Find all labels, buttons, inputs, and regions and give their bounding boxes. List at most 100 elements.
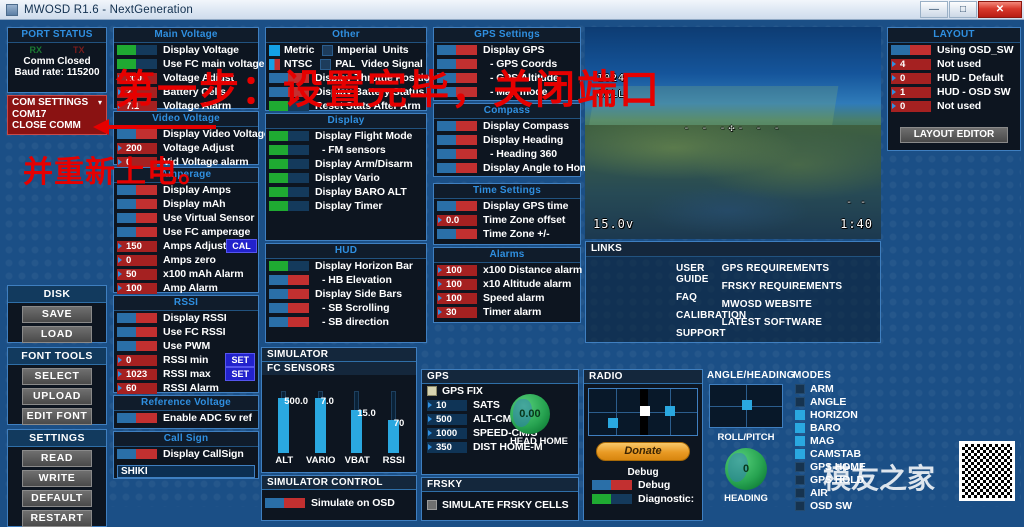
toggle-switch[interactable] [437,45,477,55]
option-row[interactable]: 2 Battery Cells [114,85,258,99]
maximize-button[interactable]: □ [949,1,977,18]
numeric-spinner[interactable]: 0 [117,354,157,366]
minimize-button[interactable]: — [920,1,948,18]
metric-radio[interactable] [269,44,280,56]
option-row[interactable]: Display Battery Status [266,85,426,99]
toggle-switch[interactable] [265,498,305,508]
toggle-switch[interactable] [269,131,309,141]
mode-row[interactable]: HORIZON [795,408,901,421]
load-button[interactable]: LOAD [22,326,92,343]
mode-checkbox[interactable] [795,435,805,446]
link-gps-requirements[interactable]: GPS REQUIREMENTS [722,263,880,274]
mode-checkbox[interactable] [795,422,805,433]
mode-checkbox[interactable] [795,448,805,459]
option-row[interactable]: Use FC amperage [114,225,258,239]
numeric-spinner[interactable]: 100 [437,278,477,290]
option-row[interactable]: Simulate on OSD [262,496,416,510]
option-row[interactable]: Display Timer [266,199,426,213]
mode-row[interactable]: OSD SW [795,499,901,512]
radio-stick-pad[interactable] [588,388,698,436]
mode-checkbox[interactable] [795,396,805,407]
toggle-switch[interactable] [269,289,309,299]
option-row[interactable]: Time Zone +/- [434,227,580,241]
cal-button[interactable]: CAL [226,239,257,253]
radio-knob-right[interactable] [664,406,675,417]
link-calibration[interactable]: CALIBRATION [676,310,746,321]
numeric-spinner[interactable]: 200 [117,72,157,84]
option-row[interactable]: Display Horizon Bar [266,259,426,273]
mode-checkbox[interactable] [795,383,805,394]
chevron-down-icon[interactable]: ▾ [98,98,102,107]
option-row[interactable]: 0 Not used [888,99,1020,113]
option-row[interactable]: 0.0 Time Zone offset [434,213,580,227]
toggle-switch[interactable] [437,59,477,69]
sensor-slider[interactable]: 70 RSSI [378,391,410,466]
layout-editor-button[interactable]: LAYOUT EDITOR [900,127,1008,143]
option-row[interactable]: Display Vario [266,171,426,185]
numeric-spinner[interactable]: 7.1 [117,100,157,112]
option-row[interactable]: Display Throttle Position [266,71,436,85]
option-row[interactable]: 1 HUD - OSD SW [888,85,1020,99]
toggle-switch[interactable] [269,187,309,197]
numeric-spinner[interactable]: 1023 [117,368,157,380]
option-row[interactable]: - Map mode [434,85,580,99]
toggle-switch[interactable] [117,45,157,55]
mode-checkbox[interactable] [795,474,805,485]
read-button[interactable]: READ [22,450,92,467]
numeric-spinner[interactable]: 2 [117,86,157,98]
option-row[interactable]: Display Amps [114,183,258,197]
save-button[interactable]: SAVE [22,306,92,323]
close-button[interactable]: ✕ [978,1,1022,18]
mode-row[interactable]: ANGLE [795,395,901,408]
numeric-spinner[interactable]: 4 [891,58,931,70]
debug-row[interactable]: Debug [584,478,702,492]
default-button[interactable]: DEFAULT [22,490,92,507]
option-row[interactable]: 4 Not used [888,57,1020,71]
option-row[interactable]: Reset Stats After Arm [266,99,426,113]
osd-preview[interactable]: 1024 CALL 15.0v 1:40 - - - - -✣- - - [585,27,881,239]
window-controls[interactable]: — □ ✕ [919,1,1022,18]
option-row[interactable]: 0 HUD - Default [888,71,1020,85]
toggle-switch[interactable] [117,185,157,195]
option-row[interactable]: Display CallSign [114,447,258,461]
fc-sensors-sliders[interactable]: 500.0 ALT 7.0 VARIO 15.0 VBAT 70 RSSI [262,385,416,466]
radio-knob-throttle[interactable] [639,406,650,417]
mode-checkbox[interactable] [795,409,805,420]
pal-radio[interactable] [320,58,332,70]
option-row[interactable]: Display mAh [114,197,258,211]
option-row[interactable]: Display GPS [434,43,580,57]
toggle-switch[interactable] [269,173,309,183]
numeric-spinner[interactable]: 0.0 [437,214,477,226]
option-row[interactable]: 100 x10 Altitude alarm [434,277,580,291]
debug-toggle[interactable] [592,480,632,490]
toggle-switch[interactable] [437,87,477,97]
sensor-slider[interactable]: 7.0 VARIO [305,391,337,466]
link-latest-software[interactable]: LATEST SOFTWARE [722,317,880,328]
toggle-switch[interactable] [117,341,157,351]
option-row[interactable]: Use FC RSSI [114,325,258,339]
angle-pad[interactable] [709,384,783,428]
numeric-spinner[interactable]: 0 [891,100,931,112]
numeric-spinner[interactable]: 100 [117,282,157,294]
diagnostic-toggle[interactable] [592,494,632,504]
toggle-switch[interactable] [437,201,477,211]
option-row[interactable]: 60 RSSI Alarm [114,381,258,395]
mode-checkbox[interactable] [795,461,805,472]
option-row[interactable]: Display Side Bars [266,287,426,301]
set-button[interactable]: SET [225,367,255,381]
toggle-switch[interactable] [269,317,309,327]
toggle-switch[interactable] [269,201,309,211]
option-row[interactable]: 100 Amp Alarm [114,281,258,295]
heading-widget[interactable]: 0 [705,448,787,490]
option-row[interactable]: Display Angle to Home [434,161,595,175]
toggle-switch[interactable] [269,275,309,285]
donate-button[interactable]: Donate [596,442,690,461]
toggle-switch[interactable] [117,213,157,223]
option-row[interactable]: - GPS Coords [434,57,580,71]
toggle-switch[interactable] [437,149,477,159]
gps-numeric-spinner[interactable]: 500 [427,413,467,425]
toggle-switch[interactable] [269,261,309,271]
option-row[interactable]: - HB Elevation [266,273,426,287]
gps-fix-checkbox[interactable] [427,386,437,396]
numeric-spinner[interactable]: 60 [117,382,157,394]
